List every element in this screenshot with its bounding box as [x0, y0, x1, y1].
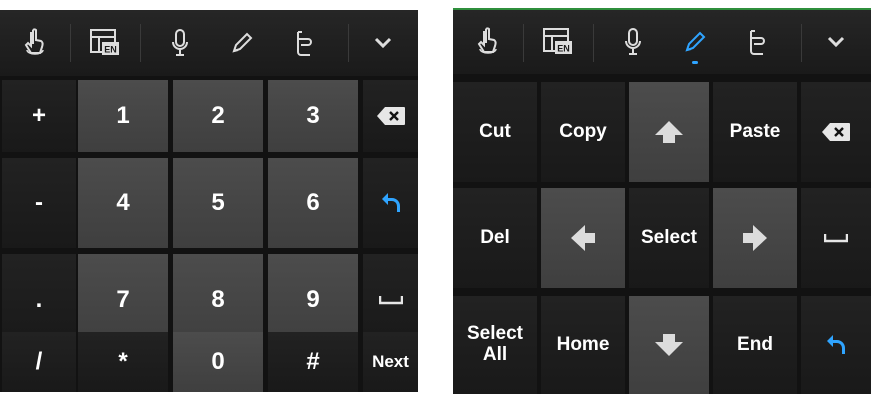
arrow-left-icon	[571, 225, 595, 251]
home-key[interactable]: Home	[541, 296, 625, 394]
backspace-icon	[822, 123, 850, 141]
layout-badge: EN	[104, 45, 117, 55]
delete-key[interactable]: Del	[453, 188, 537, 288]
arrow-down-icon	[655, 334, 683, 356]
keyboard-toolbar: EN	[453, 10, 871, 74]
key-2[interactable]: 2	[173, 80, 263, 152]
layout-badge: EN	[557, 44, 570, 54]
microphone-icon[interactable]	[603, 10, 663, 74]
key-asterisk[interactable]: *	[78, 332, 168, 392]
edit-keyboard: EN Cut Copy Paste Del Select Select All …	[453, 8, 871, 394]
backspace-key[interactable]	[801, 82, 871, 182]
layout-en-icon[interactable]: EN	[70, 10, 140, 76]
select-key[interactable]: Select	[629, 188, 709, 288]
text-cursor-icon[interactable]	[727, 10, 787, 74]
key-slash[interactable]: /	[2, 332, 76, 392]
backspace-key[interactable]	[363, 80, 418, 152]
chevron-down-icon[interactable]	[801, 10, 871, 74]
key-6[interactable]: 6	[268, 158, 358, 248]
arrow-up-icon	[655, 121, 683, 143]
cursor-right-key[interactable]	[713, 188, 797, 288]
space-icon	[378, 296, 403, 305]
copy-key[interactable]: Copy	[541, 82, 625, 182]
enter-key[interactable]	[801, 296, 871, 394]
space-key[interactable]	[801, 188, 871, 288]
key-1[interactable]: 1	[78, 80, 168, 152]
active-indicator	[692, 61, 698, 64]
arrow-right-icon	[743, 225, 767, 251]
key-minus[interactable]: -	[2, 158, 76, 248]
backspace-icon	[376, 107, 405, 125]
gesture-icon[interactable]	[0, 10, 70, 76]
key-3[interactable]: 3	[268, 80, 358, 152]
chevron-down-icon[interactable]	[348, 10, 418, 76]
key-5[interactable]: 5	[173, 158, 263, 248]
key-plus[interactable]: +	[2, 80, 76, 152]
select-all-line2: All	[482, 344, 508, 365]
next-key[interactable]: Next	[363, 332, 418, 392]
cursor-down-key[interactable]	[629, 296, 709, 394]
microphone-icon[interactable]	[150, 10, 210, 76]
layout-en-icon[interactable]: EN	[523, 10, 593, 74]
space-icon	[824, 234, 848, 243]
paste-key[interactable]: Paste	[713, 82, 797, 182]
key-hash[interactable]: #	[268, 332, 358, 392]
enter-key[interactable]	[363, 158, 418, 248]
gesture-icon[interactable]	[453, 10, 523, 74]
text-cursor-icon[interactable]	[274, 10, 334, 76]
cursor-up-key[interactable]	[629, 82, 709, 182]
key-0[interactable]: 0	[173, 332, 263, 392]
cut-key[interactable]: Cut	[453, 82, 537, 182]
pencil-icon[interactable]	[212, 10, 272, 76]
pencil-icon-active[interactable]	[665, 10, 725, 74]
select-all-key[interactable]: Select All	[453, 296, 537, 394]
select-all-line1: Select	[467, 323, 523, 345]
key-4[interactable]: 4	[78, 158, 168, 248]
numeric-keyboard: EN + 1 2 3 - 4 5 6 . 7 8 9 / * 0 # Next	[0, 10, 418, 392]
enter-icon	[381, 193, 400, 212]
cursor-left-key[interactable]	[541, 188, 625, 288]
enter-icon	[827, 335, 845, 354]
end-key[interactable]: End	[713, 296, 797, 394]
keyboard-toolbar: EN	[0, 10, 418, 76]
